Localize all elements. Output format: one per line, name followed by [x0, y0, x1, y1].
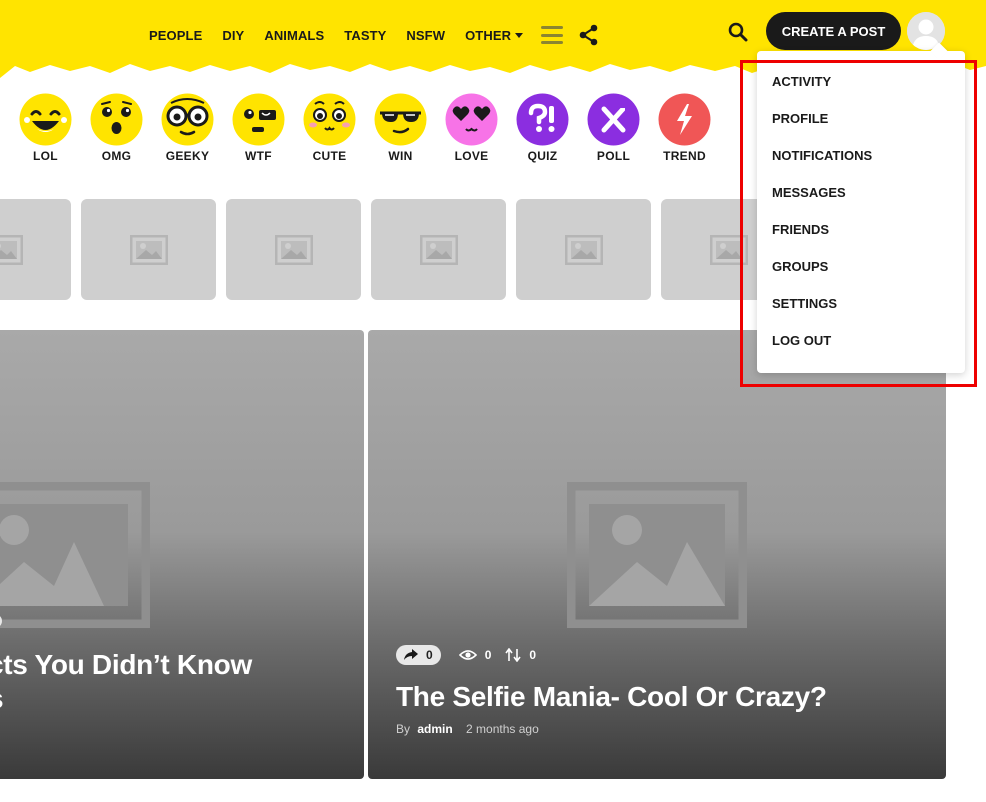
reaction-label: CUTE: [312, 149, 347, 163]
nav-item-nsfw[interactable]: NSFW: [406, 28, 445, 43]
image-placeholder-icon: [709, 234, 748, 265]
views-count: 0: [484, 648, 492, 662]
reaction-quiz[interactable]: QUIZ: [516, 93, 569, 163]
thumbnail-card[interactable]: [81, 199, 216, 300]
user-dropdown-menu: ACTIVITY PROFILE NOTIFICATIONS MESSAGES …: [757, 42, 965, 373]
win-face-icon: [374, 93, 427, 146]
post-card[interactable]: cts You Didn’t Know s: [0, 330, 364, 779]
thumbnail-card[interactable]: [0, 199, 71, 300]
reaction-poll[interactable]: POLL: [587, 93, 640, 163]
menu-item-friends[interactable]: FRIENDS: [757, 222, 965, 259]
image-placeholder-icon: [0, 482, 150, 628]
post-byline: By admin 2 months ago: [396, 722, 539, 736]
image-placeholder-icon: [129, 234, 168, 265]
image-placeholder-icon: [274, 234, 313, 265]
votes-count: 0: [529, 648, 537, 662]
post-card[interactable]: 0 0 0 The Selfie Mania- Cool Or Crazy? B…: [368, 330, 946, 779]
chevron-down-icon: [515, 32, 524, 38]
nav-item-diy[interactable]: DIY: [222, 28, 244, 43]
post-author-link[interactable]: admin: [417, 722, 452, 736]
wtf-face-icon: [232, 93, 285, 146]
nav-other-label: OTHER: [465, 27, 512, 43]
reaction-label: OMG: [101, 149, 132, 163]
trend-badge-icon: [658, 93, 711, 146]
menu-item-activity[interactable]: ACTIVITY: [757, 74, 965, 111]
nav-item-other[interactable]: OTHER: [465, 27, 524, 43]
byline-by: By: [396, 722, 411, 736]
menu-item-groups[interactable]: GROUPS: [757, 259, 965, 296]
reaction-omg[interactable]: OMG: [90, 93, 143, 163]
nav-item-people[interactable]: PEOPLE: [149, 28, 202, 43]
share-arrow-icon: [404, 649, 418, 660]
geeky-face-icon: [161, 93, 214, 146]
share-icon[interactable]: [579, 24, 599, 46]
love-face-icon: [445, 93, 498, 146]
image-placeholder-icon: [564, 234, 603, 265]
main-nav: PEOPLE DIY ANIMALS TASTY NSFW OTHER: [149, 24, 599, 46]
cute-face-icon: [303, 93, 356, 146]
reaction-label: TREND: [663, 149, 706, 163]
reaction-label: POLL: [596, 149, 631, 163]
post-title: cts You Didn’t Know s: [0, 648, 252, 716]
lol-face-icon: [19, 93, 72, 146]
thumbnail-card[interactable]: [226, 199, 361, 300]
thumbnail-card[interactable]: [516, 199, 651, 300]
thumbnail-card[interactable]: [371, 199, 506, 300]
views-stat: 0: [458, 648, 492, 662]
post-title[interactable]: The Selfie Mania- Cool Or Crazy?: [396, 681, 827, 713]
reaction-label: QUIZ: [527, 149, 558, 163]
menu-item-settings[interactable]: SETTINGS: [757, 296, 965, 333]
reaction-wtf[interactable]: WTF: [232, 93, 285, 163]
reaction-love[interactable]: LOVE: [445, 93, 498, 163]
up-down-arrows-icon: [505, 648, 522, 662]
menu-item-log-out[interactable]: LOG OUT: [757, 333, 965, 370]
reaction-lol[interactable]: LOL: [19, 93, 72, 163]
image-placeholder-icon: [567, 482, 747, 628]
share-count: 0: [426, 648, 433, 662]
reaction-label: LOL: [33, 149, 58, 163]
image-placeholder-icon: [0, 234, 23, 265]
reaction-trend[interactable]: TREND: [658, 93, 711, 163]
post-stats: 0 0 0: [396, 645, 536, 665]
post-time: 2 months ago: [466, 722, 539, 736]
menu-item-messages[interactable]: MESSAGES: [757, 185, 965, 222]
menu-item-profile[interactable]: PROFILE: [757, 111, 965, 148]
image-placeholder-icon: [419, 234, 458, 265]
post-title-line: cts You Didn’t Know: [0, 649, 252, 680]
share-count-pill[interactable]: 0: [396, 645, 441, 665]
reaction-geeky[interactable]: GEEKY: [161, 93, 214, 163]
nav-item-tasty[interactable]: TASTY: [344, 28, 386, 43]
votes-stat: 0: [505, 648, 536, 662]
post-title-line: s: [0, 682, 252, 716]
reaction-label: GEEKY: [165, 149, 210, 163]
reactions-bar: LOL OMG GEEKY WTF CUTE WIN LOVE QUIZ POL…: [19, 93, 729, 163]
nav-item-animals[interactable]: ANIMALS: [264, 28, 324, 43]
search-icon[interactable]: [728, 22, 748, 42]
reaction-win[interactable]: WIN: [374, 93, 427, 163]
create-post-button[interactable]: CREATE A POST: [766, 12, 901, 50]
menu-icon[interactable]: [541, 26, 564, 44]
poll-badge-icon: [587, 93, 640, 146]
page: PEOPLE DIY ANIMALS TASTY NSFW OTHER CREA…: [0, 0, 986, 802]
quiz-badge-icon: [516, 93, 569, 146]
menu-item-notifications[interactable]: NOTIFICATIONS: [757, 148, 965, 185]
eye-icon: [458, 650, 477, 660]
reaction-label: LOVE: [454, 149, 489, 163]
omg-face-icon: [90, 93, 143, 146]
reaction-cute[interactable]: CUTE: [303, 93, 356, 163]
reaction-label: WIN: [388, 149, 413, 163]
reaction-label: WTF: [245, 149, 272, 163]
